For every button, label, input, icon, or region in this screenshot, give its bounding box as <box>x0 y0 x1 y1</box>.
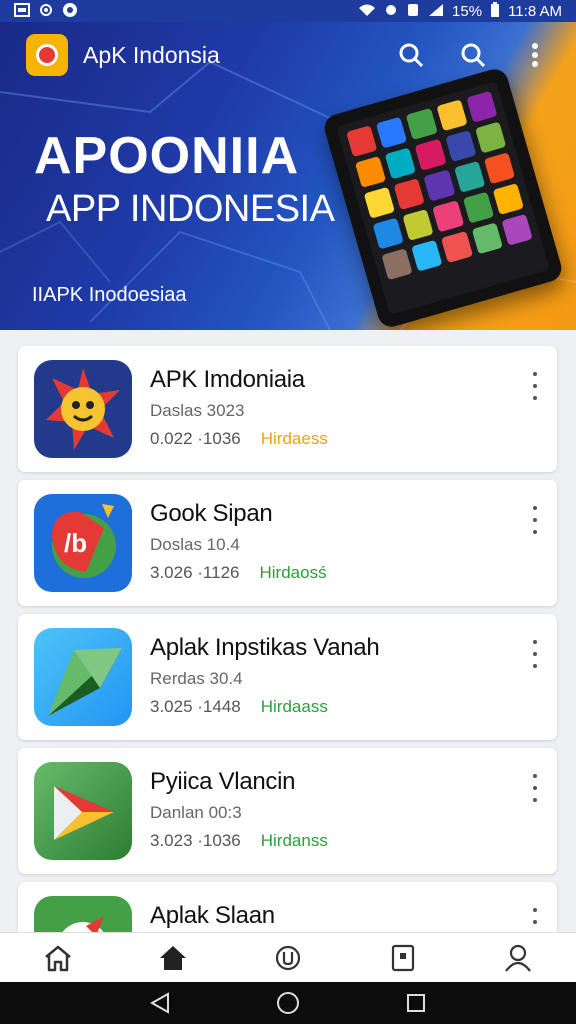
location-icon <box>384 3 398 19</box>
app-name: APK Imdoniaia <box>150 366 305 393</box>
clock: 11:8 AM <box>508 2 562 20</box>
settings-icon <box>38 2 54 20</box>
card-body: APK Imdoniaia Daslas 3023 0.022 ·1036 Hi… <box>150 360 328 449</box>
app-name: Aplak Inpstikas Vanah <box>150 634 380 661</box>
signal-icon <box>428 3 444 19</box>
app-version: 3.026 ·1126 <box>150 563 240 582</box>
home-filled-icon <box>159 945 186 970</box>
battery-percent: 15% <box>452 2 483 20</box>
app-developer: Doslas 10.4 <box>150 535 240 554</box>
app-meta: 3.025 ·1448 Hirdaass <box>150 697 379 717</box>
sim-icon <box>406 3 420 19</box>
app-status: Hirdaosś <box>259 563 327 582</box>
app-meta: 3.026 ·1126 Hirdaosś <box>150 563 327 583</box>
app-name: Aplak Slaan <box>150 902 275 929</box>
overflow-menu-button[interactable] <box>520 40 550 70</box>
notification-icon <box>62 2 78 20</box>
hero-banner: ApK Indonsia APOONIIA APP INDONESIA IIAP… <box>0 22 576 330</box>
more-vert-icon[interactable] <box>531 774 539 802</box>
profile-icon <box>505 944 532 972</box>
svg-text:/b: /b <box>64 528 87 558</box>
tablet-screen <box>336 80 550 316</box>
app-title: ApK Indonsia <box>83 41 220 68</box>
app-developer: Daslas 3023 <box>150 401 245 420</box>
nav-featured[interactable] <box>153 938 193 978</box>
app-version: 0.022 ·1036 <box>150 429 241 448</box>
search-button-secondary[interactable] <box>458 40 488 70</box>
back-button[interactable] <box>146 989 174 1017</box>
app-status: Hirdanss <box>260 831 328 850</box>
nav-profile[interactable] <box>498 938 538 978</box>
card-body: Gook Sipan Doslas 10.4 3.026 ·1126 Hirda… <box>150 494 327 583</box>
app-status: Hirdaass <box>260 697 328 716</box>
app-bar: ApK Indonsia <box>0 22 576 88</box>
sun-mascot-icon <box>34 360 132 458</box>
image-icon <box>14 3 30 19</box>
more-vert-icon[interactable] <box>531 640 539 668</box>
recents-icon <box>407 994 425 1012</box>
nav-updates[interactable] <box>268 938 308 978</box>
app-logo <box>26 34 68 76</box>
app-meta: 3.023 ·1036 Hirdanss <box>150 831 328 851</box>
banner-title: APOONIIA <box>34 127 300 185</box>
more-vert-icon[interactable] <box>531 372 539 400</box>
app-card-apk-imdoniaia[interactable]: APK Imdoniaia Daslas 3023 0.022 ·1036 Hi… <box>18 346 557 472</box>
battery-icon <box>490 2 500 20</box>
play-app-icon <box>34 762 132 860</box>
app-developer: Danlan 00:3 <box>150 803 242 822</box>
nav-home[interactable] <box>38 938 78 978</box>
app-bar-actions <box>396 40 550 70</box>
search-icon <box>399 43 424 68</box>
app-version: 3.023 ·1036 <box>150 831 241 850</box>
back-icon <box>150 992 169 1014</box>
system-nav-bar <box>0 982 576 1024</box>
card-body: Aplak Inpstikas Vanah Rerdas 30.4 3.025 … <box>150 628 380 717</box>
screen: 15% 11:8 AM ApK Indonsia APOONIIA APP IN… <box>0 0 576 1024</box>
status-right: 15% 11:8 AM <box>358 2 562 20</box>
wifi-icon <box>358 3 376 19</box>
app-card-aplak-inpstikas-vanah[interactable]: Aplak Inpstikas Vanah Rerdas 30.4 3.025 … <box>18 614 557 740</box>
tablet-icon <box>392 944 415 971</box>
recents-button[interactable] <box>402 989 430 1017</box>
more-vert-icon[interactable] <box>531 506 539 534</box>
status-left <box>14 2 78 20</box>
bottom-nav <box>0 932 576 982</box>
app-list: APK Imdoniaia Daslas 3023 0.022 ·1036 Hi… <box>18 346 557 1016</box>
app-card-pyiica-vlancin[interactable]: Pyiica Vlancin Danlan 00:3 3.023 ·1036 H… <box>18 748 557 874</box>
home-button[interactable] <box>274 989 302 1017</box>
nav-library[interactable] <box>383 938 423 978</box>
app-meta: 0.022 ·1036 Hirdaess <box>150 429 328 449</box>
search-button[interactable] <box>396 40 426 70</box>
app-status: Hirdaess <box>260 429 328 448</box>
card-body: Pyiica Vlancin Danlan 00:3 3.023 ·1036 H… <box>150 762 328 851</box>
app-card-gook-sipan[interactable]: /b Gook Sipan Doslas 10.4 3.026 ·1126 Hi… <box>18 480 557 606</box>
more-vert-icon <box>532 43 538 67</box>
home-circle-icon <box>277 992 299 1014</box>
app-name: Pyiica Vlancin <box>150 768 296 795</box>
home-outline-icon <box>44 945 71 971</box>
red-tag-app-icon: /b <box>34 494 132 592</box>
update-circle-icon <box>275 945 301 970</box>
status-bar: 15% 11:8 AM <box>0 0 576 22</box>
triangle-app-icon <box>34 628 132 726</box>
banner-subtitle: APP INDONESIA <box>46 188 335 230</box>
app-developer: Rerdas 30.4 <box>150 669 243 688</box>
app-name: Gook Sipan <box>150 500 273 527</box>
banner-caption: IIAPK Inodoesiaa <box>32 284 187 306</box>
app-version: 3.025 ·1448 <box>150 697 241 716</box>
search-icon <box>461 43 486 68</box>
card-body: Aplak Slaan <box>150 896 275 930</box>
